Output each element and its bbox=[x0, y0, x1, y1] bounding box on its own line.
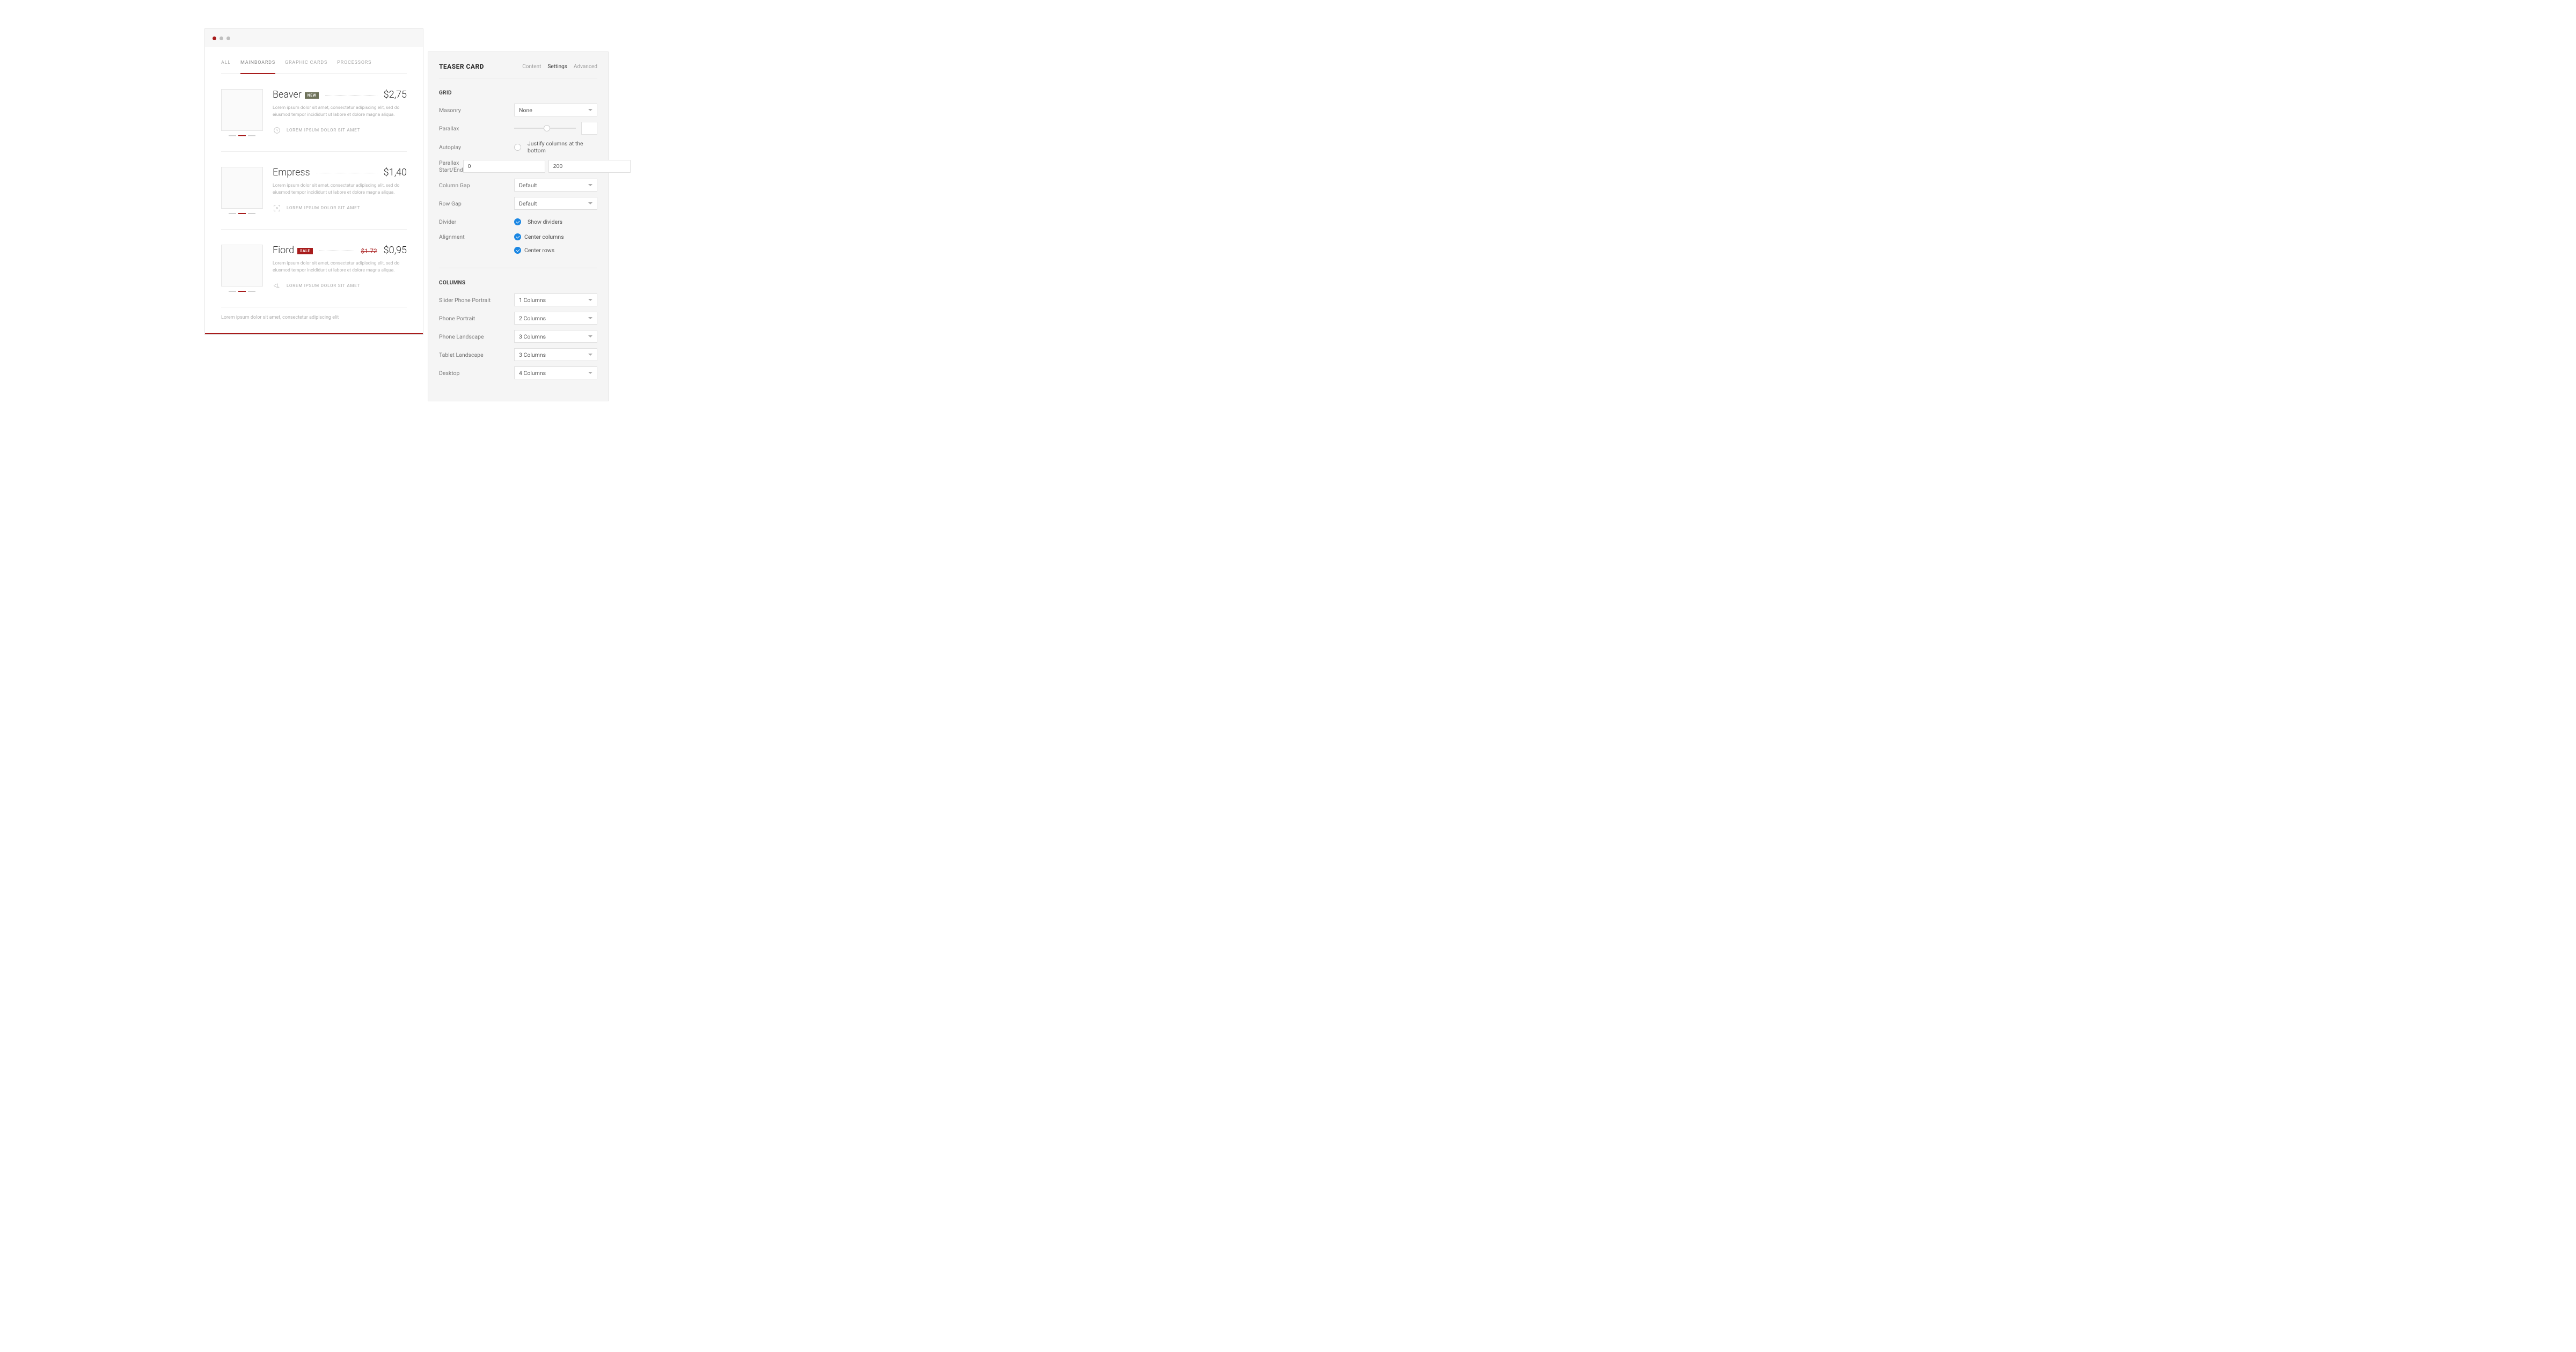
phone-portrait-label: Phone Portrait bbox=[439, 315, 514, 322]
window-dot-zoom[interactable] bbox=[226, 36, 230, 40]
parallax-end-input[interactable] bbox=[548, 160, 631, 173]
desktop-label: Desktop bbox=[439, 370, 514, 377]
thumbnail-pager bbox=[221, 213, 263, 214]
tab-all[interactable]: ALL bbox=[221, 60, 231, 74]
chevron-down-icon bbox=[588, 109, 592, 111]
alignment-label: Alignment bbox=[439, 233, 514, 240]
thumbnail-pager-dot[interactable] bbox=[238, 213, 246, 214]
chevron-down-icon bbox=[588, 299, 592, 301]
category-tabs: ALL MAINBOARDS GRAPHIC CARDS PROCESSORS bbox=[221, 60, 407, 74]
autoplay-label: Autoplay bbox=[439, 144, 514, 151]
parallax-range-label: Parallax Start/End bbox=[439, 159, 463, 173]
new-badge: NEW bbox=[305, 92, 319, 99]
panel-tabs: Content Settings Advanced bbox=[522, 64, 597, 70]
desktop-select[interactable]: 4 Columns bbox=[514, 366, 597, 379]
slider-phone-portrait-label: Slider Phone Portrait bbox=[439, 297, 514, 304]
product-description: Lorem ipsum dolor sit amet, consectetur … bbox=[273, 182, 407, 196]
product-description: Lorem ipsum dolor sit amet, consectetur … bbox=[273, 260, 407, 274]
thumbnail-pager-dot[interactable] bbox=[229, 213, 236, 214]
parallax-value-input[interactable] bbox=[581, 122, 597, 135]
chevron-down-icon bbox=[588, 184, 592, 186]
product-meta: LOREM IPSUM DOLOR SIT AMET bbox=[287, 205, 360, 210]
tablet-landscape-select[interactable]: 3 Columns bbox=[514, 348, 597, 361]
settings-panel: TEASER CARD Content Settings Advanced GR… bbox=[428, 52, 609, 401]
thumbnail-pager-dot[interactable] bbox=[238, 291, 246, 292]
divider-label: Divider bbox=[439, 218, 514, 225]
window-accent-bar bbox=[205, 333, 423, 334]
tablet-landscape-label: Tablet Landscape bbox=[439, 351, 514, 358]
row-gap-label: Row Gap bbox=[439, 200, 514, 207]
phone-portrait-select[interactable]: 2 Columns bbox=[514, 312, 597, 325]
product-thumbnail[interactable] bbox=[221, 245, 263, 286]
tab-mainboards[interactable]: MAINBOARDS bbox=[240, 60, 275, 74]
product-title: Beaver bbox=[273, 89, 302, 100]
phone-landscape-select[interactable]: 3 Columns bbox=[514, 330, 597, 343]
product-item: Beaver NEW $2,75 Lorem ipsum dolor sit a… bbox=[221, 74, 407, 152]
product-item: Fiord SALE $1.72 $0,95 Lorem ipsum dolor… bbox=[221, 230, 407, 307]
footer-text: Lorem ipsum dolor sit amet, consectetur … bbox=[221, 307, 407, 333]
section-title-grid: GRID bbox=[439, 90, 597, 96]
product-thumbnail[interactable] bbox=[221, 167, 263, 209]
phone-landscape-label: Phone Landscape bbox=[439, 333, 514, 340]
chevron-down-icon bbox=[588, 335, 592, 337]
tab-processors[interactable]: PROCESSORS bbox=[337, 60, 371, 74]
chevron-down-icon bbox=[588, 317, 592, 319]
center-columns-label: Center columns bbox=[524, 233, 564, 240]
product-title: Fiord bbox=[273, 245, 294, 256]
focus-icon bbox=[273, 204, 281, 212]
product-description: Lorem ipsum dolor sit amet, consectetur … bbox=[273, 105, 407, 119]
thumbnail-pager-dot[interactable] bbox=[238, 135, 246, 136]
tab-graphic-cards[interactable]: GRAPHIC CARDS bbox=[285, 60, 327, 74]
autoplay-check-label: Justify columns at the bottom bbox=[528, 140, 597, 154]
parallax-label: Parallax bbox=[439, 125, 514, 132]
product-thumbnail[interactable] bbox=[221, 89, 263, 131]
tag-icon bbox=[273, 282, 281, 290]
thumbnail-pager-dot[interactable] bbox=[248, 291, 255, 292]
center-columns-checkbox[interactable] bbox=[514, 233, 521, 240]
column-gap-select[interactable]: Default bbox=[514, 179, 597, 192]
product-title: Empress bbox=[273, 167, 310, 178]
window-dot-close[interactable] bbox=[213, 36, 216, 40]
panel-tab-advanced[interactable]: Advanced bbox=[574, 64, 597, 70]
masonry-select[interactable]: None bbox=[514, 104, 597, 116]
product-price: $1,40 bbox=[384, 167, 407, 178]
product-price: $2,75 bbox=[384, 89, 407, 100]
panel-tab-content[interactable]: Content bbox=[522, 64, 541, 70]
section-title-columns: COLUMNS bbox=[439, 280, 597, 286]
chevron-down-icon bbox=[588, 372, 592, 374]
window-dot-minimize[interactable] bbox=[219, 36, 223, 40]
sale-badge: SALE bbox=[297, 248, 313, 254]
clock-icon bbox=[273, 126, 281, 135]
product-meta: LOREM IPSUM DOLOR SIT AMET bbox=[287, 283, 360, 288]
autoplay-checkbox[interactable] bbox=[514, 144, 521, 151]
thumbnail-pager-dot[interactable] bbox=[248, 213, 255, 214]
thumbnail-pager-dot[interactable] bbox=[229, 291, 236, 292]
product-meta: LOREM IPSUM DOLOR SIT AMET bbox=[287, 128, 360, 133]
chevron-down-icon bbox=[588, 202, 592, 204]
divider-checkbox[interactable] bbox=[514, 218, 521, 225]
divider-check-label: Show dividers bbox=[528, 218, 562, 225]
panel-tab-settings[interactable]: Settings bbox=[547, 64, 567, 70]
thumbnail-pager-dot[interactable] bbox=[248, 135, 255, 136]
masonry-label: Masonry bbox=[439, 107, 514, 114]
product-item: Empress $1,40 Lorem ipsum dolor sit amet… bbox=[221, 152, 407, 230]
thumbnail-pager bbox=[221, 135, 263, 136]
row-gap-select[interactable]: Default bbox=[514, 197, 597, 210]
slider-handle[interactable] bbox=[544, 125, 550, 131]
product-price-old: $1.72 bbox=[361, 247, 377, 255]
chevron-down-icon bbox=[588, 354, 592, 356]
thumbnail-pager-dot[interactable] bbox=[229, 135, 236, 136]
center-rows-label: Center rows bbox=[524, 247, 554, 254]
window-titlebar bbox=[205, 29, 423, 47]
product-preview-window: ALL MAINBOARDS GRAPHIC CARDS PROCESSORS … bbox=[204, 28, 423, 335]
parallax-start-input[interactable] bbox=[463, 160, 545, 173]
center-rows-checkbox[interactable] bbox=[514, 247, 521, 254]
thumbnail-pager bbox=[221, 291, 263, 292]
product-price: $0,95 bbox=[384, 245, 407, 256]
panel-title: TEASER CARD bbox=[439, 63, 484, 70]
column-gap-label: Column Gap bbox=[439, 182, 514, 189]
slider-phone-portrait-select[interactable]: 1 Columns bbox=[514, 293, 597, 306]
parallax-slider[interactable] bbox=[514, 128, 576, 129]
